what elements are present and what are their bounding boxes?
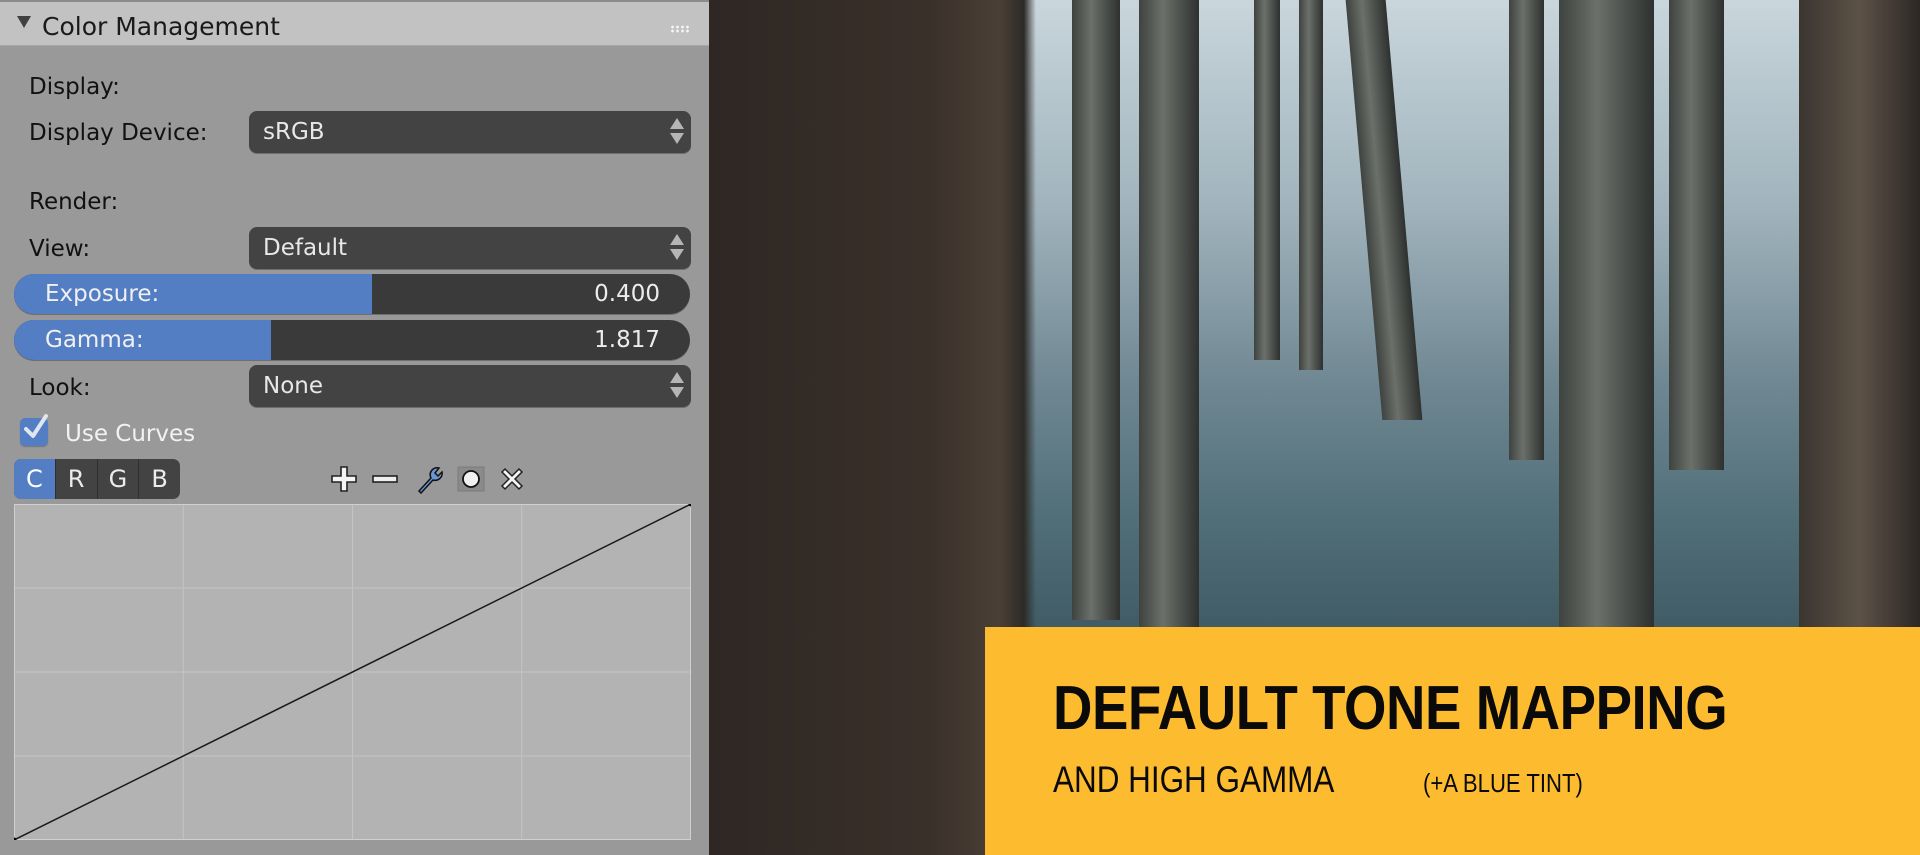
drag-grip-icon[interactable] — [670, 25, 690, 33]
view-value: Default — [263, 235, 348, 261]
pier-pillar — [1254, 0, 1280, 360]
pier-pillar — [1345, 0, 1423, 420]
channel-g-button[interactable]: G — [96, 459, 139, 499]
display-device-select[interactable]: sRGB — [249, 111, 691, 153]
wrench-icon[interactable] — [415, 464, 445, 494]
view-select[interactable]: Default — [249, 227, 691, 269]
channel-b-button[interactable]: B — [138, 459, 180, 499]
look-value: None — [263, 373, 324, 399]
gamma-label: Gamma: — [45, 327, 144, 353]
pier-pillar — [1669, 0, 1724, 470]
pier-pillar — [1559, 0, 1654, 630]
plus-icon[interactable] — [329, 464, 359, 494]
banner-subtitle: AND HIGH GAMMA — [1053, 759, 1335, 800]
display-section-label: Display: — [29, 74, 120, 100]
minus-icon[interactable] — [370, 464, 400, 494]
pier-pillar — [1072, 0, 1120, 620]
checkmark-icon — [24, 414, 48, 438]
pier-pillar — [1509, 0, 1544, 460]
circle-icon[interactable] — [456, 464, 486, 494]
panel-title: Color Management — [42, 12, 280, 41]
display-device-value: sRGB — [263, 119, 325, 145]
display-device-label: Display Device: — [29, 120, 208, 146]
updown-arrows-icon — [670, 234, 684, 262]
banner-note: (+A BLUE TINT) — [1423, 768, 1583, 798]
look-label: Look: — [29, 375, 91, 401]
panel-header[interactable]: Color Management — [0, 0, 709, 46]
collapse-triangle-icon[interactable] — [17, 16, 31, 28]
render-section-label: Render: — [29, 189, 119, 215]
use-curves-label[interactable]: Use Curves — [65, 421, 195, 447]
gamma-value: 1.817 — [594, 327, 660, 353]
channel-r-button[interactable]: R — [54, 459, 97, 499]
pier-pillar — [1299, 0, 1323, 370]
updown-arrows-icon — [670, 118, 684, 146]
view-label: View: — [29, 236, 91, 262]
look-select[interactable]: None — [249, 365, 691, 407]
channel-c-button[interactable]: C — [14, 459, 55, 499]
curve-control-point[interactable] — [14, 837, 17, 841]
banner-title: DEFAULT TONE MAPPING — [1053, 674, 1728, 743]
updown-arrows-icon — [670, 372, 684, 400]
exposure-value: 0.400 — [594, 281, 660, 307]
caption-banner: DEFAULT TONE MAPPING AND HIGH GAMMA (+A … — [985, 627, 1920, 855]
x-icon[interactable] — [497, 464, 527, 494]
color-management-panel: Color Management Display: Display Device… — [0, 0, 709, 855]
curve-editor[interactable] — [14, 504, 691, 840]
use-curves-checkbox[interactable] — [20, 414, 48, 446]
exposure-label: Exposure: — [45, 281, 160, 307]
exposure-slider[interactable]: Exposure: 0.400 — [14, 274, 690, 314]
curve-control-point[interactable] — [688, 504, 692, 507]
channel-selector: C R G B — [14, 459, 180, 499]
gamma-slider[interactable]: Gamma: 1.817 — [14, 320, 690, 360]
